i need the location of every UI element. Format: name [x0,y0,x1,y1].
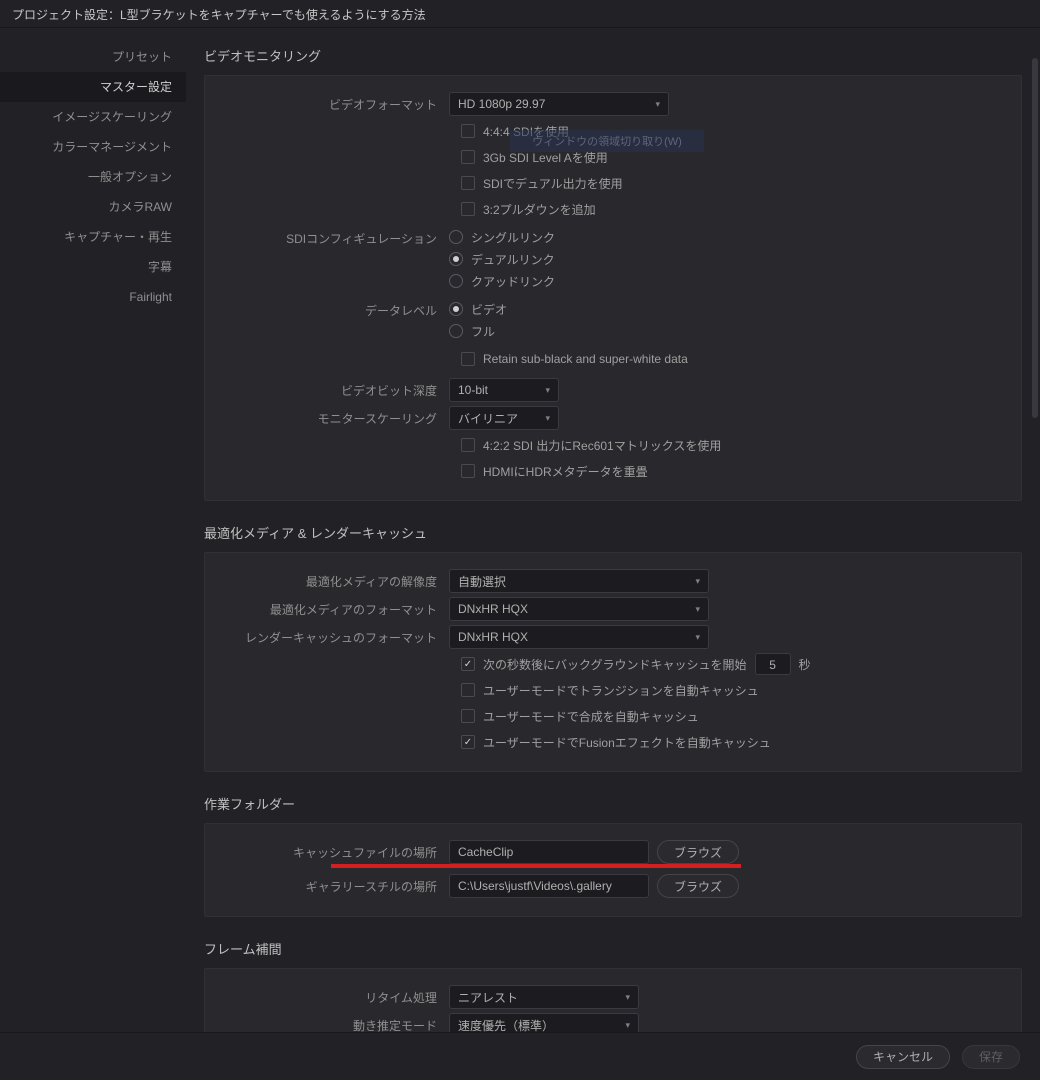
checkbox-auto-cache-fusion[interactable] [461,735,475,749]
label-444-sdi: 4:4:4 SDIを使用 [483,123,569,140]
footer: キャンセル 保存 [0,1032,1040,1080]
select-motion-mode[interactable]: 速度優先（標準） ▾ [449,1013,639,1032]
chevron-down-icon: ▾ [655,99,660,110]
sidebar-item-color-management[interactable]: カラーマネージメント [0,132,186,162]
browse-gallery-button[interactable]: ブラウズ [657,874,739,898]
sidebar: プリセット マスター設定 イメージスケーリング カラーマネージメント 一般オプシ… [0,28,186,1032]
panel-frame-interp: リタイム処理 ニアレスト ▾ 動き推定モード 速度優先（標準） ▾ 動きの範囲 … [204,968,1022,1032]
panel-video-monitoring: ビデオフォーマット HD 1080p 29.97 ▾ 4:4:4 SDIを使用 … [204,75,1022,501]
chevron-down-icon: ▾ [695,632,700,643]
sidebar-item-master-settings[interactable]: マスター設定 [0,72,186,102]
checkbox-444-sdi[interactable] [461,124,475,138]
checkbox-retain-subblack[interactable] [461,352,475,366]
cancel-button[interactable]: キャンセル [856,1045,950,1069]
sidebar-item-capture-playback[interactable]: キャプチャー・再生 [0,222,186,252]
sidebar-item-general-options[interactable]: 一般オプション [0,162,186,192]
sidebar-item-image-scaling[interactable]: イメージスケーリング [0,102,186,132]
select-bit-depth[interactable]: 10-bit ▾ [449,378,559,402]
checkbox-422-rec601[interactable] [461,438,475,452]
label-retime: リタイム処理 [221,989,449,1006]
chevron-down-icon: ▾ [695,604,700,615]
label-dual-output: SDIでデュアル出力を使用 [483,175,623,192]
select-monitor-scaling[interactable]: バイリニア ▾ [449,406,559,430]
sidebar-item-camera-raw[interactable]: カメラRAW [0,192,186,222]
input-cache-location[interactable]: CacheClip [449,840,649,864]
highlight-underline [331,864,741,868]
label-retain-subblack: Retain sub-black and super-white data [483,352,688,366]
checkbox-32-pulldown[interactable] [461,202,475,216]
content-pane: ビデオモニタリング ビデオフォーマット HD 1080p 29.97 ▾ 4:4… [186,28,1040,1032]
label-video-format: ビデオフォーマット [221,96,449,113]
window-title: プロジェクト設定：L型ブラケットをキャプチャーでも使えるようにする方法 [0,0,1040,28]
label-gallery-location: ギャラリースチルの場所 [221,878,449,895]
chevron-down-icon: ▾ [545,385,550,396]
label-32-pulldown: 3:2プルダウンを追加 [483,201,596,218]
radio-data-full[interactable] [449,324,463,338]
panel-work-folders: キャッシュファイルの場所 CacheClip ブラウズ ギャラリースチルの場所 … [204,823,1022,917]
select-opt-format[interactable]: DNxHR HQX ▾ [449,597,709,621]
sidebar-item-fairlight[interactable]: Fairlight [0,282,186,312]
label-motion-mode: 動き推定モード [221,1017,449,1033]
section-title-optimized: 最適化メディア & レンダーキャッシュ [204,523,1022,542]
input-gallery-location[interactable]: C:\Users\justf\Videos\.gallery [449,874,649,898]
label-data-level: データレベル [221,298,449,319]
checkbox-dual-output[interactable] [461,176,475,190]
sidebar-item-subtitles[interactable]: 字幕 [0,252,186,282]
browse-cache-button[interactable]: ブラウズ [657,840,739,864]
radio-data-video[interactable] [449,302,463,316]
save-button[interactable]: 保存 [962,1045,1020,1069]
label-cache-location: キャッシュファイルの場所 [221,844,449,861]
section-title-video-monitoring: ビデオモニタリング [204,46,1022,65]
radio-quad-link[interactable] [449,274,463,288]
chevron-down-icon: ▾ [625,1020,630,1031]
chevron-down-icon: ▾ [695,576,700,587]
label-sdi-config: SDIコンフィギュレーション [221,226,449,247]
radio-dual-link[interactable] [449,252,463,266]
label-bit-depth: ビデオビット深度 [221,382,449,399]
section-title-frame-interp: フレーム補間 [204,939,1022,958]
checkbox-hdmi-hdr[interactable] [461,464,475,478]
scrollbar-thumb[interactable] [1032,58,1038,418]
label-opt-resolution: 最適化メディアの解像度 [221,573,449,590]
sidebar-item-presets[interactable]: プリセット [0,42,186,72]
chevron-down-icon: ▾ [625,992,630,1003]
checkbox-3gb-sdi[interactable] [461,150,475,164]
label-monitor-scaling: モニタースケーリング [221,410,449,427]
label-cache-format: レンダーキャッシュのフォーマット [221,629,449,646]
checkbox-auto-cache-transitions[interactable] [461,683,475,697]
checkbox-auto-cache-composites[interactable] [461,709,475,723]
select-retime[interactable]: ニアレスト ▾ [449,985,639,1009]
radio-single-link[interactable] [449,230,463,244]
select-cache-format[interactable]: DNxHR HQX ▾ [449,625,709,649]
label-opt-format: 最適化メディアのフォーマット [221,601,449,618]
checkbox-bg-cache[interactable] [461,657,475,671]
label-3gb-sdi: 3Gb SDI Level Aを使用 [483,149,608,166]
chevron-down-icon: ▾ [545,413,550,424]
select-video-format[interactable]: HD 1080p 29.97 ▾ [449,92,669,116]
panel-optimized: 最適化メディアの解像度 自動選択 ▾ 最適化メディアのフォーマット DNxHR … [204,552,1022,772]
input-bg-seconds[interactable]: 5 [755,653,791,675]
select-opt-resolution[interactable]: 自動選択 ▾ [449,569,709,593]
section-title-work-folders: 作業フォルダー [204,794,1022,813]
